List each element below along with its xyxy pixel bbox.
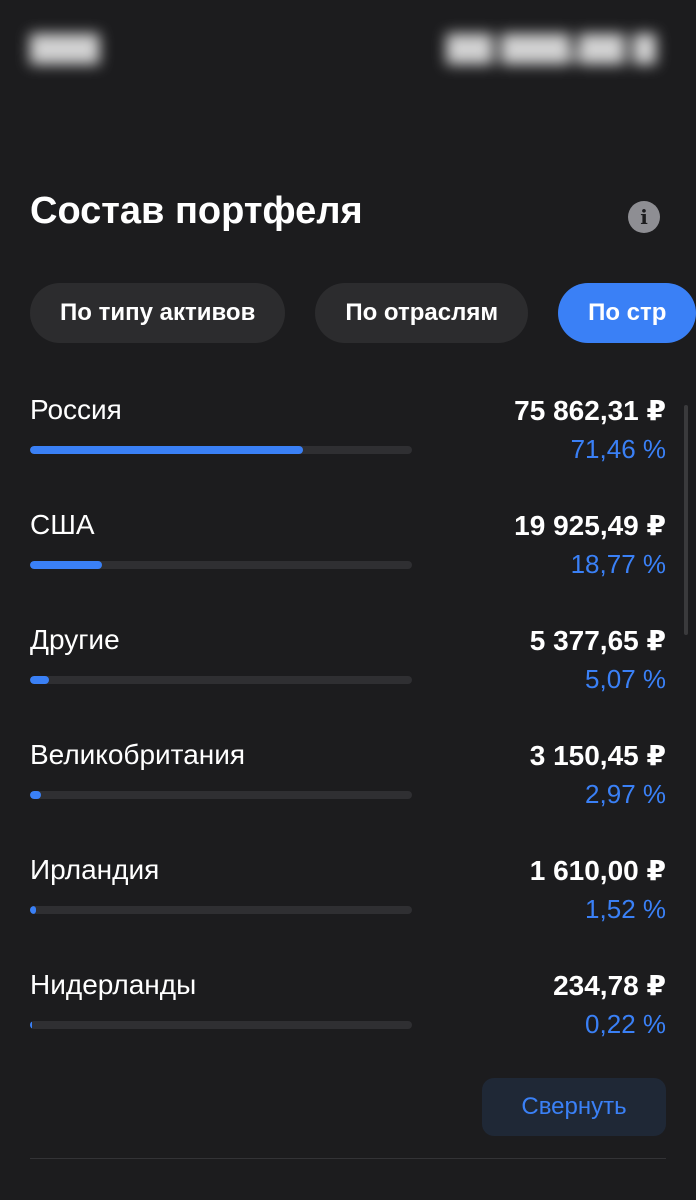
list-item[interactable]: Россия 75 862,31 ₽ 71,46 % bbox=[30, 392, 666, 507]
info-icon[interactable]: i bbox=[628, 201, 660, 233]
country-amount: 5 377,65 ₽ bbox=[529, 625, 666, 656]
country-name: Нидерланды bbox=[30, 969, 197, 1000]
country-amount: 234,78 ₽ bbox=[553, 970, 666, 1001]
share-bar bbox=[30, 1021, 412, 1029]
tab-asset-type[interactable]: По типу активов bbox=[30, 283, 286, 343]
share-bar-fill bbox=[30, 1021, 32, 1029]
country-name: Великобритания bbox=[30, 739, 246, 770]
list-item[interactable]: Ирландия 1 610,00 ₽ 1,52 % bbox=[30, 852, 666, 967]
country-name: Россия bbox=[30, 394, 122, 425]
list-item[interactable]: Другие 5 377,65 ₽ 5,07 % bbox=[30, 622, 666, 737]
country-amount: 19 925,49 ₽ bbox=[514, 510, 666, 541]
divider bbox=[30, 1158, 666, 1159]
share-bar-fill bbox=[30, 561, 102, 569]
country-name: Ирландия bbox=[30, 854, 160, 885]
country-percent: 0,22 % bbox=[585, 1009, 666, 1039]
country-list: Россия 75 862,31 ₽ 71,46 % США 19 925,49… bbox=[30, 392, 666, 1082]
share-bar bbox=[30, 791, 412, 799]
share-bar bbox=[30, 906, 412, 914]
collapse-button[interactable]: Свернуть bbox=[482, 1078, 666, 1136]
country-percent: 18,77 % bbox=[570, 549, 666, 579]
tab-industries[interactable]: По отраслям bbox=[315, 283, 529, 343]
list-item[interactable]: Великобритания 3 150,45 ₽ 2,97 % bbox=[30, 737, 666, 852]
share-bar-fill bbox=[30, 906, 36, 914]
list-item[interactable]: США 19 925,49 ₽ 18,77 % bbox=[30, 507, 666, 622]
share-bar-fill bbox=[30, 446, 303, 454]
share-bar bbox=[30, 561, 412, 569]
share-bar bbox=[30, 676, 412, 684]
country-percent: 2,97 % bbox=[585, 779, 666, 809]
blurred-total-row: ▇▇▇ ▇▇ ▇▇▇,▇▇ ▇ bbox=[0, 0, 696, 70]
country-name: Другие bbox=[30, 624, 120, 655]
share-bar-fill bbox=[30, 791, 42, 799]
blurred-total-value: ▇▇ ▇▇▇,▇▇ ▇ bbox=[446, 31, 656, 64]
blurred-total-label: ▇▇▇ bbox=[30, 31, 100, 64]
tab-countries[interactable]: По стр bbox=[558, 283, 696, 343]
country-percent: 5,07 % bbox=[585, 664, 666, 694]
country-amount: 1 610,00 ₽ bbox=[529, 855, 666, 886]
country-percent: 71,46 % bbox=[570, 434, 666, 464]
scrollbar[interactable] bbox=[684, 405, 688, 635]
share-bar bbox=[30, 446, 412, 454]
breakdown-tabs: По типу активов По отраслям По стр bbox=[30, 283, 696, 343]
list-item[interactable]: Нидерланды 234,78 ₽ 0,22 % bbox=[30, 967, 666, 1082]
country-amount: 3 150,45 ₽ bbox=[529, 740, 666, 771]
country-amount: 75 862,31 ₽ bbox=[514, 395, 666, 426]
section-title: Состав портфеля bbox=[30, 190, 363, 232]
share-bar-fill bbox=[30, 676, 50, 684]
country-percent: 1,52 % bbox=[585, 894, 666, 924]
country-name: США bbox=[30, 509, 95, 540]
